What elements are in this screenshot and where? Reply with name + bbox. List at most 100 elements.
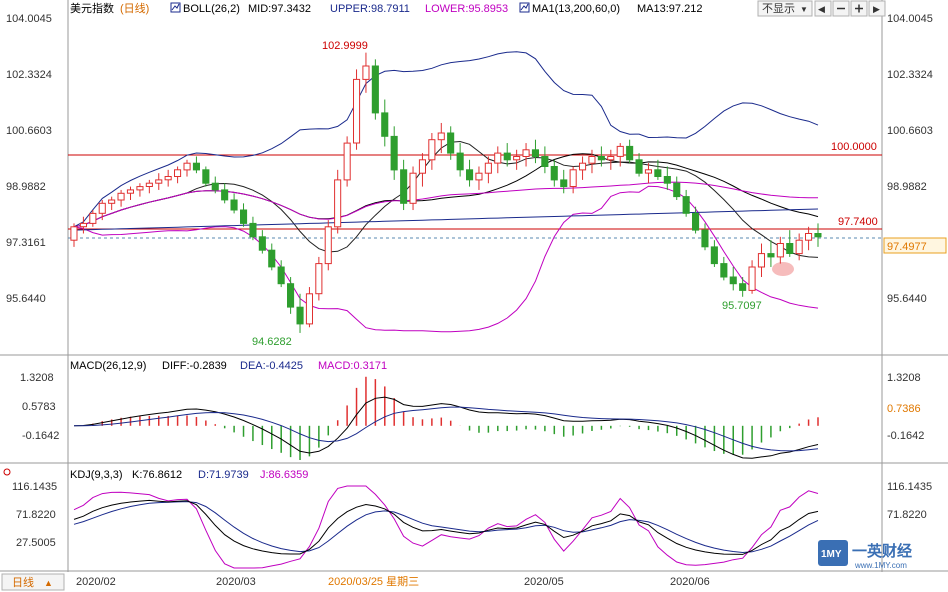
x-label-1: 2020/02 xyxy=(76,576,116,588)
candle-body xyxy=(503,152,511,161)
level-label-9774: 97.7400 xyxy=(838,216,878,228)
kdj-tick-right-2: 71.8220 xyxy=(887,509,927,521)
candle-body xyxy=(164,176,172,181)
bottom-bar: 日线 ▲ 2020/02 2020/03 2020/03/25 星期三 2020… xyxy=(0,572,948,592)
candle-body xyxy=(644,169,653,174)
candle-body xyxy=(334,179,342,228)
candle-body xyxy=(362,65,370,80)
candle-body xyxy=(682,196,690,214)
macd-label: MACD(26,12,9) xyxy=(70,360,146,372)
macd-tick-right-1: 1.3208 xyxy=(887,372,921,384)
candle-body xyxy=(560,179,568,188)
highlight-marker xyxy=(772,262,794,276)
x-label-3: 2020/03/25 星期三 xyxy=(328,575,419,588)
period-button-label[interactable]: 日线 xyxy=(12,575,34,589)
candle-body xyxy=(767,253,775,258)
candle-body xyxy=(390,135,398,171)
candle-body xyxy=(202,169,210,184)
price-tick-right-6: 95.6440 xyxy=(887,293,927,305)
candle-body xyxy=(315,263,323,295)
price-chart[interactable]: 美元指数 (日线) BOLL(26,2) MID:97.3432 UPPER:9… xyxy=(0,0,948,592)
macd-value: MACD:0.3171 xyxy=(318,360,387,372)
price-tick-left-6: 95.6440 xyxy=(6,293,46,305)
candle-body xyxy=(211,182,219,191)
hide-dropdown[interactable]: 不显示 ▼ xyxy=(757,0,813,17)
candle-body xyxy=(240,209,248,224)
candle-body xyxy=(230,199,238,211)
candle-body xyxy=(409,172,417,204)
candle-body xyxy=(748,266,756,291)
candle-body xyxy=(249,222,257,238)
candle-body xyxy=(296,306,304,325)
x-label-2: 2020/03 xyxy=(216,576,256,588)
candle-body xyxy=(145,182,153,187)
candle-body xyxy=(268,249,276,268)
candle-body xyxy=(795,239,803,255)
candle-body xyxy=(522,149,530,158)
chevron-up-icon[interactable]: ▲ xyxy=(44,578,53,588)
period-label[interactable]: (日线) xyxy=(120,1,149,15)
candle-body xyxy=(692,212,700,231)
candle-body xyxy=(277,266,285,285)
macd-current: 0.7386 xyxy=(887,403,921,415)
macd-tick-right-3: -0.1642 xyxy=(887,430,924,442)
candle-body xyxy=(569,169,577,188)
kdj-tick-right-1: 116.1435 xyxy=(887,481,932,493)
nav-left-button[interactable]: ◀ xyxy=(814,0,832,17)
lower-value: LOWER:95.8953 xyxy=(425,3,508,15)
current-price-label: 97.4977 xyxy=(887,241,927,253)
price-tick-right-1: 104.0045 xyxy=(887,13,933,25)
candle-body xyxy=(475,172,483,181)
kdj-d: D:71.9739 xyxy=(198,469,249,481)
zoom-in-button[interactable] xyxy=(850,0,868,17)
candle-body xyxy=(776,243,784,258)
chevron-down-icon[interactable]: ▼ xyxy=(800,5,808,14)
nav-right-button[interactable]: ▶ xyxy=(868,0,886,17)
candle-body xyxy=(814,233,822,238)
x-label-5: 2020/06 xyxy=(670,576,710,588)
kdj-tick-left-2: 71.8220 xyxy=(16,509,56,521)
hide-dropdown-label[interactable]: 不显示 xyxy=(762,2,795,15)
candle-body xyxy=(117,192,125,201)
candle-body xyxy=(616,145,624,157)
candle-body xyxy=(174,169,182,178)
x-label-4: 2020/05 xyxy=(524,576,564,588)
price-tick-right-3: 100.6603 xyxy=(887,125,933,137)
kdj-tick-left-3: 27.5005 xyxy=(16,537,56,549)
candle-body xyxy=(371,65,379,114)
watermark-url: www.1MY.com xyxy=(854,561,907,570)
candle-body xyxy=(626,145,634,161)
candle-body xyxy=(673,182,681,198)
candle-body xyxy=(739,283,747,291)
low2-label: 95.7097 xyxy=(722,300,762,312)
watermark-brand: 一英财经 xyxy=(852,542,912,560)
kdj-label: KDJ(9,3,3) xyxy=(70,469,123,481)
candle-body xyxy=(786,243,794,254)
zoom-out-button[interactable] xyxy=(832,0,850,17)
macd-tick-left-2: 0.5783 xyxy=(22,401,56,413)
period-button[interactable]: 日线 ▲ xyxy=(1,573,65,591)
chevron-left-icon[interactable]: ◀ xyxy=(818,4,825,14)
price-tick-left-5: 97.3161 xyxy=(6,237,46,249)
kdj-j: J:86.6359 xyxy=(260,469,308,481)
candle-body xyxy=(258,236,266,251)
candle-body xyxy=(607,156,615,161)
candle-body xyxy=(729,276,737,285)
candle-body xyxy=(541,156,549,167)
mid-value: MID:97.3432 xyxy=(248,3,311,15)
candle-body xyxy=(305,293,313,325)
candle-body xyxy=(324,226,332,265)
candle-body xyxy=(98,202,106,214)
chart-frame xyxy=(0,0,948,592)
candle-body xyxy=(805,233,813,241)
price-tick-left-2: 102.3324 xyxy=(6,69,52,81)
candle-body xyxy=(550,166,558,181)
price-tick-left-4: 98.9882 xyxy=(6,181,46,193)
candle-body xyxy=(720,263,728,278)
chevron-right-icon[interactable]: ▶ xyxy=(873,4,880,14)
candle-body xyxy=(89,212,97,224)
candle-body xyxy=(579,162,587,171)
candle-body xyxy=(287,283,295,308)
candle-body xyxy=(155,179,163,184)
candle-body xyxy=(428,139,436,161)
